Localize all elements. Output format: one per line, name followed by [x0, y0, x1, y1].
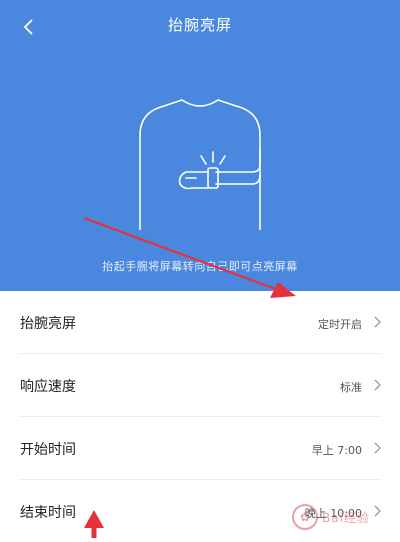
setting-value: 标准	[340, 381, 362, 394]
setting-value: 定时开启	[318, 318, 362, 331]
watermark: ✿ Bai经验	[292, 500, 392, 534]
page-title: 抬腕亮屏	[167, 16, 232, 34]
setting-row-raise-to-wake[interactable]: 抬腕亮屏 定时开启	[18, 291, 382, 354]
setting-row-start-time[interactable]: 开始时间 早上 7:00	[18, 417, 382, 480]
setting-value: 早上 7:00	[311, 444, 362, 457]
paw-logo-icon: ✿	[292, 504, 318, 530]
wrist-raise-illustration-icon	[139, 99, 261, 230]
setting-label: 结束时间	[20, 505, 76, 521]
hero-banner: 抬腕亮屏 抬起手腕将屏幕转向自己即可点亮屏幕	[0, 0, 400, 291]
setting-label: 响应速度	[20, 379, 76, 395]
setting-label: 开始时间	[20, 442, 76, 458]
setting-label: 抬腕亮屏	[20, 316, 76, 332]
chevron-right-icon	[374, 379, 381, 391]
watermark-text: Bai经验	[322, 510, 370, 525]
setting-row-response-speed[interactable]: 响应速度 标准	[18, 354, 382, 417]
chevron-right-icon	[374, 442, 381, 454]
hint-text: 抬起手腕将屏幕转向自己即可点亮屏幕	[102, 260, 298, 273]
chevron-right-icon	[374, 316, 381, 328]
